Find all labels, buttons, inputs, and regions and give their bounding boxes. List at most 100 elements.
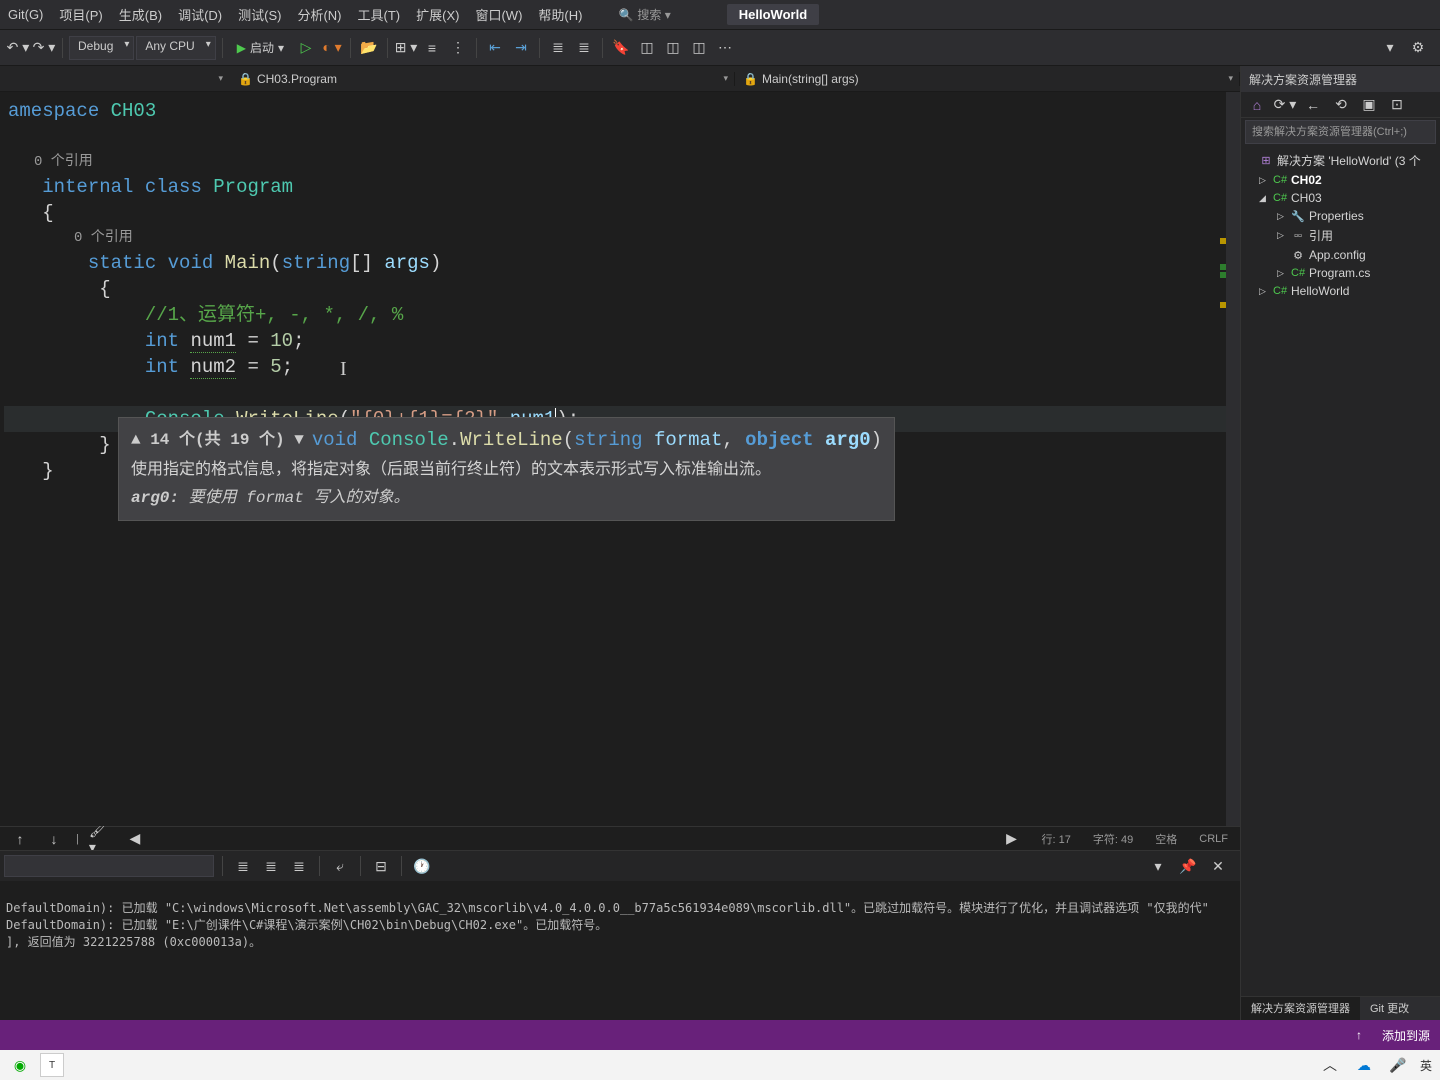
windows-taskbar: ◉ T ︿ ☁ 🎤 英 xyxy=(0,1050,1440,1080)
param-desc: arg0: 要使用 format 写入的对象。 xyxy=(131,484,882,512)
comment-icon[interactable]: ≣ xyxy=(546,36,570,60)
bookmark-icon[interactable]: 🔖 xyxy=(609,36,633,60)
solution-tree[interactable]: ⊞解决方案 'HelloWorld' (3 个 ▷C#CH02 ◢C#CH03 … xyxy=(1241,146,1440,996)
open-file-icon[interactable]: 📂 xyxy=(357,36,381,60)
tool-icon-1[interactable]: ⊞ ▾ xyxy=(394,36,418,60)
tree-appconfig[interactable]: ⚙App.config xyxy=(1241,246,1440,264)
taskbar-app-1[interactable]: ◉ xyxy=(8,1053,32,1077)
wrench-icon: 🔧 xyxy=(1291,210,1305,223)
signature-tooltip: ▲ 14 个(共 19 个) ▼ void Console.WriteLine(… xyxy=(118,417,895,521)
scroll-left-icon[interactable]: ◀ xyxy=(123,827,147,851)
codelens-refs-main[interactable]: 0 个引用 xyxy=(4,226,1240,250)
tray-chevron-icon[interactable]: ︿ xyxy=(1318,1053,1342,1077)
output-pin-icon[interactable]: 📌 xyxy=(1176,854,1200,878)
menu-ext[interactable]: 扩展(X) xyxy=(416,5,459,24)
save-all-icon[interactable]: ⟲ xyxy=(1329,93,1353,117)
indent-right-icon[interactable]: ⇥ xyxy=(509,36,533,60)
start-nodebug-button[interactable]: ▷ xyxy=(294,36,318,60)
output-dropdown-icon[interactable]: ▾ xyxy=(1146,854,1170,878)
scroll-right-icon[interactable]: ▶ xyxy=(1000,827,1024,851)
tree-properties[interactable]: ▷🔧Properties xyxy=(1241,207,1440,225)
crumb-class[interactable]: 🔒CH03.Program xyxy=(230,72,735,86)
output-text[interactable]: DefaultDomain): 已加载 "C:\windows\Microsof… xyxy=(0,881,1240,1020)
gear-icon[interactable]: ⚙ xyxy=(1406,36,1430,60)
sidebar-title: 解决方案资源管理器 xyxy=(1241,66,1440,92)
output-panel: ≣ ≣ ≣ ⤶ ⊟ 🕐 ▾ 📌 ✕ DefaultDomain): 已加载 "C… xyxy=(0,850,1240,1020)
dropdown-icon[interactable]: ▾ xyxy=(1378,36,1402,60)
codelens-refs[interactable]: 0 个引用 xyxy=(4,150,1240,174)
menu-test[interactable]: 测试(S) xyxy=(238,5,281,24)
taskbar-app-2[interactable]: T xyxy=(40,1053,64,1077)
menu-tools[interactable]: 工具(T) xyxy=(358,5,401,24)
menu-bar: Git(G) 项目(P) 生成(B) 调试(D) 测试(S) 分析(N) 工具(… xyxy=(0,0,1440,30)
indent-left-icon[interactable]: ⇤ xyxy=(483,36,507,60)
status-col[interactable]: 字符: 49 xyxy=(1089,831,1137,847)
output-clear-icon[interactable]: ≣ xyxy=(231,854,255,878)
refs-icon: ▫▫ xyxy=(1291,230,1305,242)
tab-solution-explorer[interactable]: 解决方案资源管理器 xyxy=(1241,997,1360,1020)
editor-status-bar: ↑ ↓ | 🖌 ▾ ◀ ▶ 行: 17 字符: 49 空格 CRLF xyxy=(0,826,1240,850)
arrow-up-icon[interactable]: ↑ xyxy=(1356,1028,1362,1042)
tab-git-changes[interactable]: Git 更改 xyxy=(1360,997,1419,1020)
bookmark-prev-icon[interactable]: ◫ xyxy=(635,36,659,60)
tree-refs[interactable]: ▷▫▫引用 xyxy=(1241,225,1440,246)
back-arrow-icon[interactable]: ← xyxy=(1301,93,1325,117)
tree-helloworld[interactable]: ▷C#HelloWorld xyxy=(1241,282,1440,300)
overload-pager[interactable]: ▲ 14 个(共 19 个) ▼ xyxy=(131,426,304,454)
forward-button[interactable]: ↷ ▾ xyxy=(32,36,56,60)
menu-git[interactable]: Git(G) xyxy=(8,7,43,22)
output-clock-icon[interactable]: 🕐 xyxy=(410,854,434,878)
arrow-up-icon[interactable]: ↑ xyxy=(8,827,32,851)
tray-mic-icon[interactable]: 🎤 xyxy=(1386,1053,1410,1077)
vertical-scrollbar[interactable] xyxy=(1226,92,1240,826)
uncomment-icon[interactable]: ≣ xyxy=(572,36,596,60)
status-line[interactable]: 行: 17 xyxy=(1038,831,1075,847)
sync-icon[interactable]: ⟳ ▾ xyxy=(1273,93,1297,117)
brush-icon[interactable]: 🖌 ▾ xyxy=(89,827,113,851)
add-source-control[interactable]: 添加到源 xyxy=(1382,1027,1430,1044)
tree-solution[interactable]: ⊞解决方案 'HelloWorld' (3 个 xyxy=(1241,150,1440,171)
start-debug-button[interactable]: ▶ 启动 ▾ xyxy=(229,37,292,58)
back-button[interactable]: ↶ ▾ xyxy=(6,36,30,60)
menu-build[interactable]: 生成(B) xyxy=(119,5,162,24)
show-all-icon[interactable]: ▣ xyxy=(1357,93,1381,117)
status-indent[interactable]: 空格 xyxy=(1151,831,1181,847)
output-tool-3[interactable]: ≣ xyxy=(287,854,311,878)
status-eol[interactable]: CRLF xyxy=(1195,833,1232,845)
overflow-icon[interactable]: ⋯ xyxy=(713,36,737,60)
crumb-method[interactable]: 🔒Main(string[] args) xyxy=(735,72,1240,86)
search-box[interactable]: 🔍 搜索 ▾ xyxy=(618,6,670,23)
class-icon: 🔒 xyxy=(238,72,253,86)
collapse-icon[interactable]: ⊡ xyxy=(1385,93,1409,117)
bookmark-clear-icon[interactable]: ◫ xyxy=(687,36,711,60)
menu-window[interactable]: 窗口(W) xyxy=(475,5,522,24)
tray-cloud-icon[interactable]: ☁ xyxy=(1352,1053,1376,1077)
tray-ime[interactable]: 英 xyxy=(1420,1057,1432,1074)
solution-explorer: 解决方案资源管理器 ⌂ ⟳ ▾ ← ⟲ ▣ ⊡ 搜索解决方案资源管理器(Ctrl… xyxy=(1240,66,1440,1020)
tool-icon-2[interactable]: ≡ xyxy=(420,36,444,60)
output-tool-5[interactable]: ⊟ xyxy=(369,854,393,878)
home-icon[interactable]: ⌂ xyxy=(1245,93,1269,117)
output-wrap-icon[interactable]: ⤶ xyxy=(328,854,352,878)
tree-program[interactable]: ▷C#Program.cs xyxy=(1241,264,1440,282)
sidebar-search[interactable]: 搜索解决方案资源管理器(Ctrl+;) xyxy=(1245,120,1436,144)
menu-analyze[interactable]: 分析(N) xyxy=(297,5,341,24)
tree-ch03[interactable]: ◢C#CH03 xyxy=(1241,189,1440,207)
config-combo[interactable]: Debug xyxy=(69,36,134,60)
bookmark-next-icon[interactable]: ◫ xyxy=(661,36,685,60)
sidebar-toolbar: ⌂ ⟳ ▾ ← ⟲ ▣ ⊡ xyxy=(1241,92,1440,118)
output-close-icon[interactable]: ✕ xyxy=(1206,854,1230,878)
tool-icon-3[interactable]: ⋮ xyxy=(446,36,470,60)
csproj-icon: C# xyxy=(1273,192,1287,204)
code-editor[interactable]: amespace CH03 0 个引用 internal class Progr… xyxy=(0,92,1240,826)
platform-combo[interactable]: Any CPU xyxy=(136,36,215,60)
tree-ch02[interactable]: ▷C#CH02 xyxy=(1241,171,1440,189)
menu-project[interactable]: 项目(P) xyxy=(59,5,102,24)
hot-reload-icon[interactable]: ◐ ▾ xyxy=(320,36,344,60)
output-tool-2[interactable]: ≣ xyxy=(259,854,283,878)
menu-debug[interactable]: 调试(D) xyxy=(178,5,222,24)
menu-help[interactable]: 帮助(H) xyxy=(538,5,582,24)
output-source-combo[interactable] xyxy=(4,855,214,877)
arrow-down-icon[interactable]: ↓ xyxy=(42,827,66,851)
signature-text: void Console.WriteLine(string format, ob… xyxy=(312,426,882,454)
